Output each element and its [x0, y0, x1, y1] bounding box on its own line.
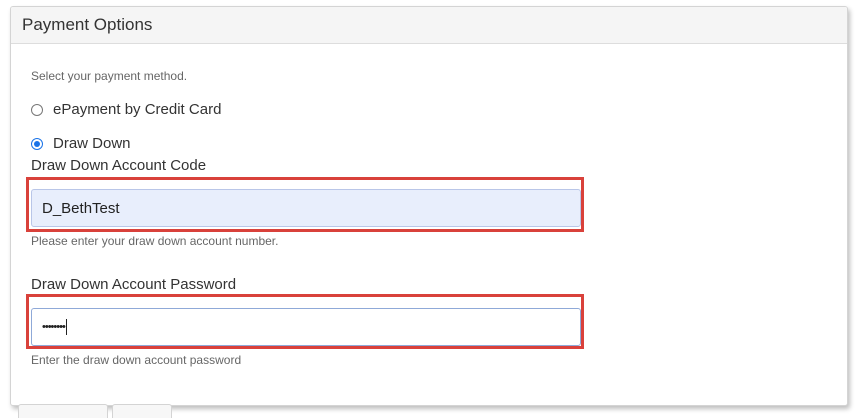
radio-icon-checked[interactable]	[31, 137, 43, 150]
account-code-label: Draw Down Account Code	[31, 157, 207, 174]
account-password-value: ••••••••	[42, 321, 66, 333]
radio-credit-card[interactable]: ePayment by Credit Card	[31, 101, 221, 118]
account-code-input[interactable]: D_BethTest	[31, 189, 581, 227]
account-password-help: Enter the draw down account password	[31, 353, 242, 367]
instruction-text: Select your payment method.	[31, 69, 188, 83]
radio-label-credit-card: ePayment by Credit Card	[53, 101, 222, 118]
bottom-tab-stub	[18, 404, 108, 418]
panel-header: Payment Options	[11, 7, 847, 44]
account-password-input[interactable]: ••••••••	[31, 308, 581, 346]
payment-options-panel: Payment Options Select your payment meth…	[10, 6, 848, 406]
account-code-value: D_BethTest	[42, 199, 120, 217]
radio-draw-down[interactable]: Draw Down	[31, 135, 131, 152]
text-caret	[65, 319, 67, 335]
account-password-label: Draw Down Account Password	[31, 276, 237, 293]
radio-icon-unchecked[interactable]	[31, 103, 43, 116]
panel-title: Payment Options	[22, 15, 153, 34]
account-code-help: Please enter your draw down account numb…	[31, 234, 279, 248]
radio-label-draw-down: Draw Down	[53, 135, 131, 152]
bottom-tab-stub	[112, 404, 172, 418]
